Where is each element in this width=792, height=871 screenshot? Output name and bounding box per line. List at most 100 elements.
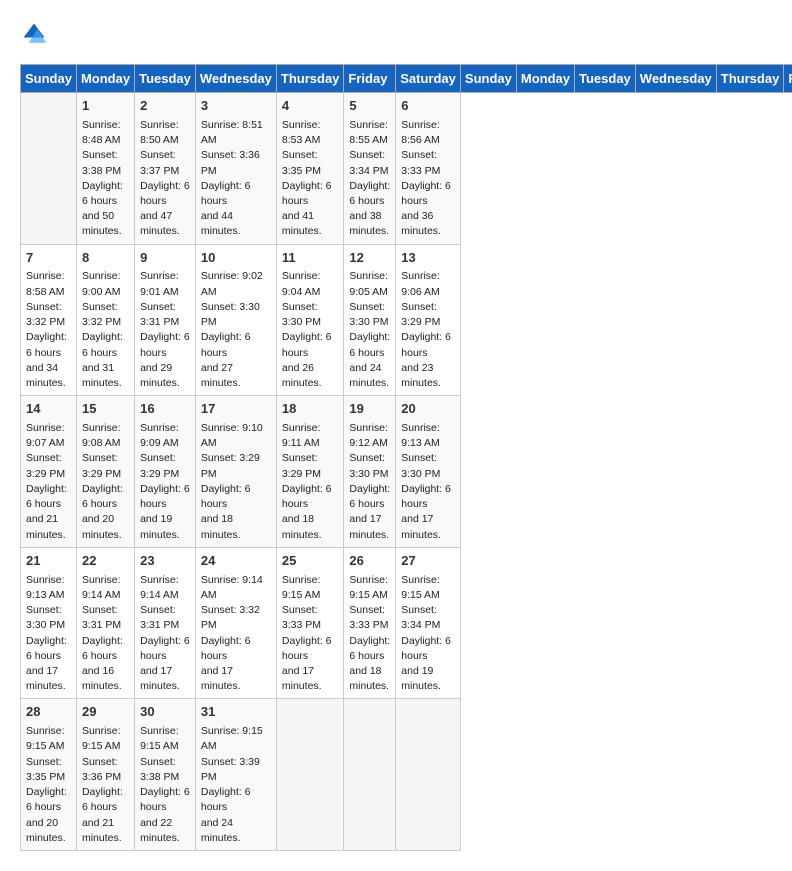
calendar-cell xyxy=(396,699,461,851)
calendar-table: SundayMondayTuesdayWednesdayThursdayFrid… xyxy=(20,64,792,851)
calendar-cell: 31Sunrise: 9:15 AM Sunset: 3:39 PM Dayli… xyxy=(195,699,276,851)
day-info: Sunrise: 8:51 AM Sunset: 3:36 PM Dayligh… xyxy=(201,118,271,240)
calendar-cell: 27 Sunrise: 9:15 AM Sunset: 3:34 PM Dayli… xyxy=(396,547,461,699)
day-of-week-header: Saturday xyxy=(396,65,461,93)
day-number: 28 xyxy=(26,703,71,722)
day-of-week-header: Monday xyxy=(516,65,574,93)
day-info: Sunrise: 9:15 AM Sunset: 3:34 PM Dayligh… xyxy=(401,573,455,695)
calendar-cell: 15Sunrise: 9:08 AM Sunset: 3:29 PM Dayli… xyxy=(76,396,134,548)
logo xyxy=(20,20,52,48)
calendar-cell: 24Sunrise: 9:14 AM Sunset: 3:32 PM Dayli… xyxy=(195,547,276,699)
calendar-cell: 14 Sunrise: 9:07 AM Sunset: 3:29 PM Dayli… xyxy=(21,396,77,548)
calendar-cell: 20 Sunrise: 9:13 AM Sunset: 3:30 PM Dayli… xyxy=(396,396,461,548)
day-number: 4 xyxy=(282,97,339,116)
day-info: Sunrise: 9:07 AM Sunset: 3:29 PM Dayligh… xyxy=(26,421,71,543)
calendar-cell: 29 Sunrise: 9:15 AM Sunset: 3:36 PM Dayli… xyxy=(76,699,134,851)
calendar-cell: 10Sunrise: 9:02 AM Sunset: 3:30 PM Dayli… xyxy=(195,244,276,396)
day-info: Sunrise: 8:50 AM Sunset: 3:37 PM Dayligh… xyxy=(140,118,190,240)
calendar-week-row: 1 Sunrise: 8:48 AM Sunset: 3:38 PM Daylig… xyxy=(21,93,792,245)
day-number: 12 xyxy=(349,249,390,268)
day-number: 16 xyxy=(140,400,190,419)
day-number: 19 xyxy=(349,400,390,419)
day-number: 5 xyxy=(349,97,390,116)
day-number: 9 xyxy=(140,249,190,268)
page-header xyxy=(20,20,772,48)
day-info: Sunrise: 9:02 AM Sunset: 3:30 PM Dayligh… xyxy=(201,269,271,391)
calendar-cell xyxy=(344,699,396,851)
calendar-cell: 22Sunrise: 9:14 AM Sunset: 3:31 PM Dayli… xyxy=(76,547,134,699)
calendar-cell xyxy=(21,93,77,245)
day-info: Sunrise: 9:15 AM Sunset: 3:36 PM Dayligh… xyxy=(82,724,129,846)
day-of-week-header: Tuesday xyxy=(135,65,196,93)
calendar-cell: 7Sunrise: 8:58 AM Sunset: 3:32 PM Daylig… xyxy=(21,244,77,396)
day-number: 23 xyxy=(140,552,190,571)
day-number: 13 xyxy=(401,249,455,268)
calendar-week-row: 7Sunrise: 8:58 AM Sunset: 3:32 PM Daylig… xyxy=(21,244,792,396)
day-info: Sunrise: 9:15 AM Sunset: 3:35 PM Dayligh… xyxy=(26,724,71,846)
calendar-cell: 12Sunrise: 9:05 AM Sunset: 3:30 PM Dayli… xyxy=(344,244,396,396)
calendar-week-row: 28 Sunrise: 9:15 AM Sunset: 3:35 PM Dayli… xyxy=(21,699,792,851)
calendar-cell: 26Sunrise: 9:15 AM Sunset: 3:33 PM Dayli… xyxy=(344,547,396,699)
day-number: 2 xyxy=(140,97,190,116)
day-info: Sunrise: 8:53 AM Sunset: 3:35 PM Dayligh… xyxy=(282,118,339,240)
day-info: Sunrise: 9:14 AM Sunset: 3:31 PM Dayligh… xyxy=(140,573,190,695)
day-number: 6 xyxy=(401,97,455,116)
day-info: Sunrise: 9:08 AM Sunset: 3:29 PM Dayligh… xyxy=(82,421,129,543)
day-of-week-header: Sunday xyxy=(460,65,516,93)
day-info: Sunrise: 8:55 AM Sunset: 3:34 PM Dayligh… xyxy=(349,118,390,240)
day-info: Sunrise: 9:04 AM Sunset: 3:30 PM Dayligh… xyxy=(282,269,339,391)
day-info: Sunrise: 9:00 AM Sunset: 3:32 PM Dayligh… xyxy=(82,269,129,391)
day-number: 17 xyxy=(201,400,271,419)
day-of-week-header: Friday xyxy=(784,65,792,93)
day-number: 27 xyxy=(401,552,455,571)
calendar-cell: 13Sunrise: 9:06 AM Sunset: 3:29 PM Dayli… xyxy=(396,244,461,396)
calendar-cell: 11Sunrise: 9:04 AM Sunset: 3:30 PM Dayli… xyxy=(276,244,344,396)
day-of-week-header: Friday xyxy=(344,65,396,93)
day-number: 1 xyxy=(82,97,129,116)
day-of-week-header: Thursday xyxy=(276,65,344,93)
day-info: Sunrise: 8:58 AM Sunset: 3:32 PM Dayligh… xyxy=(26,269,71,391)
calendar-cell: 19 Sunrise: 9:12 AM Sunset: 3:30 PM Dayli… xyxy=(344,396,396,548)
day-info: Sunrise: 9:13 AM Sunset: 3:30 PM Dayligh… xyxy=(401,421,455,543)
calendar-cell: 1 Sunrise: 8:48 AM Sunset: 3:38 PM Daylig… xyxy=(76,93,134,245)
day-number: 3 xyxy=(201,97,271,116)
day-info: Sunrise: 9:10 AM Sunset: 3:29 PM Dayligh… xyxy=(201,421,271,543)
calendar-cell: 21Sunrise: 9:13 AM Sunset: 3:30 PM Dayli… xyxy=(21,547,77,699)
calendar-cell: 17 Sunrise: 9:10 AM Sunset: 3:29 PM Dayli… xyxy=(195,396,276,548)
calendar-cell: 3 Sunrise: 8:51 AM Sunset: 3:36 PM Daylig… xyxy=(195,93,276,245)
day-number: 20 xyxy=(401,400,455,419)
day-number: 11 xyxy=(282,249,339,268)
day-info: Sunrise: 9:12 AM Sunset: 3:30 PM Dayligh… xyxy=(349,421,390,543)
calendar-cell: 9Sunrise: 9:01 AM Sunset: 3:31 PM Daylig… xyxy=(135,244,196,396)
calendar-cell: 4 Sunrise: 8:53 AM Sunset: 3:35 PM Daylig… xyxy=(276,93,344,245)
day-of-week-header: Monday xyxy=(76,65,134,93)
day-number: 22 xyxy=(82,552,129,571)
day-info: Sunrise: 9:13 AM Sunset: 3:30 PM Dayligh… xyxy=(26,573,71,695)
logo-icon xyxy=(20,20,48,48)
day-number: 14 xyxy=(26,400,71,419)
day-info: Sunrise: 9:06 AM Sunset: 3:29 PM Dayligh… xyxy=(401,269,455,391)
calendar-week-row: 14 Sunrise: 9:07 AM Sunset: 3:29 PM Dayli… xyxy=(21,396,792,548)
day-number: 29 xyxy=(82,703,129,722)
day-number: 7 xyxy=(26,249,71,268)
calendar-week-row: 21Sunrise: 9:13 AM Sunset: 3:30 PM Dayli… xyxy=(21,547,792,699)
day-number: 8 xyxy=(82,249,129,268)
calendar-cell: 6Sunrise: 8:56 AM Sunset: 3:33 PM Daylig… xyxy=(396,93,461,245)
day-info: Sunrise: 9:01 AM Sunset: 3:31 PM Dayligh… xyxy=(140,269,190,391)
day-number: 18 xyxy=(282,400,339,419)
day-info: Sunrise: 9:11 AM Sunset: 3:29 PM Dayligh… xyxy=(282,421,339,543)
calendar-cell: 23 Sunrise: 9:14 AM Sunset: 3:31 PM Dayli… xyxy=(135,547,196,699)
day-info: Sunrise: 8:48 AM Sunset: 3:38 PM Dayligh… xyxy=(82,118,129,240)
calendar-cell: 30Sunrise: 9:15 AM Sunset: 3:38 PM Dayli… xyxy=(135,699,196,851)
day-info: Sunrise: 9:15 AM Sunset: 3:33 PM Dayligh… xyxy=(282,573,339,695)
day-of-week-header: Wednesday xyxy=(195,65,276,93)
day-number: 24 xyxy=(201,552,271,571)
day-number: 10 xyxy=(201,249,271,268)
calendar-cell: 16Sunrise: 9:09 AM Sunset: 3:29 PM Dayli… xyxy=(135,396,196,548)
day-of-week-header: Wednesday xyxy=(635,65,716,93)
calendar-cell: 18 Sunrise: 9:11 AM Sunset: 3:29 PM Dayli… xyxy=(276,396,344,548)
day-of-week-header: Sunday xyxy=(21,65,77,93)
day-of-week-header: Thursday xyxy=(716,65,784,93)
day-number: 31 xyxy=(201,703,271,722)
calendar-cell xyxy=(276,699,344,851)
